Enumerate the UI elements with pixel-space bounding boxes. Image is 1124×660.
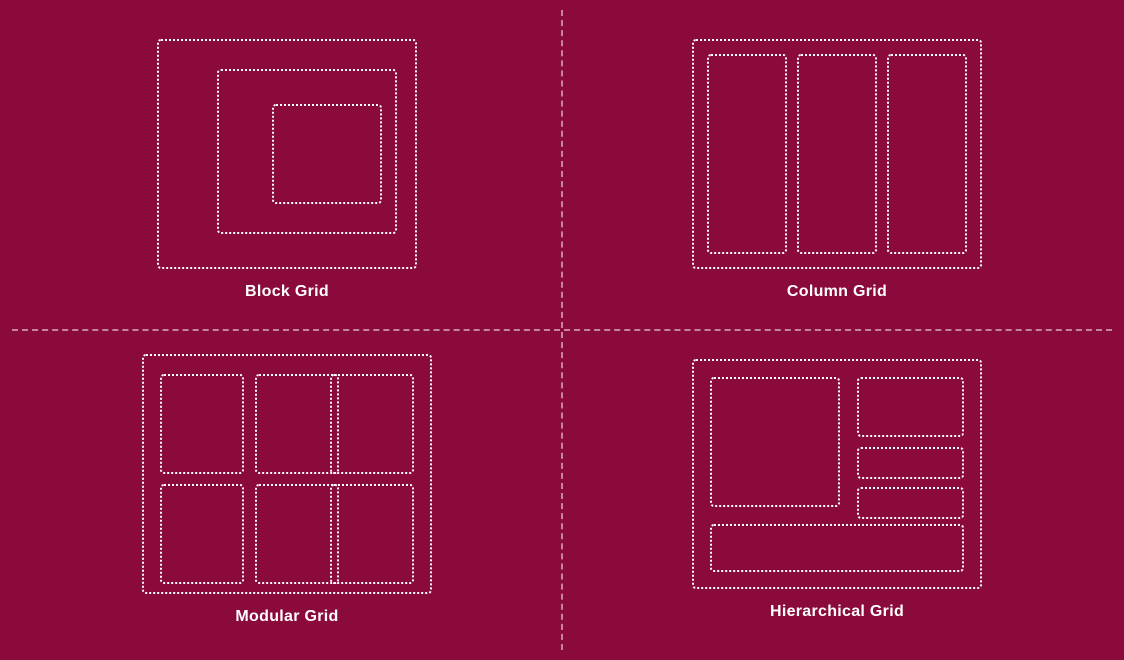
block-grid-quadrant: Block Grid: [12, 10, 562, 330]
column-1-box: [707, 54, 787, 254]
divider-horizontal: [12, 329, 1112, 331]
mod-cell-4: [160, 484, 244, 584]
mod-cell-5: [255, 484, 339, 584]
column-grid-diagram: [692, 39, 982, 269]
column-2-box: [797, 54, 877, 254]
mod-cell-3: [330, 374, 414, 474]
mod-cell-1: [160, 374, 244, 474]
main-container: Block Grid Column Grid Modular Grid: [12, 10, 1112, 650]
mod-cell-2: [255, 374, 339, 474]
modular-grid-label: Modular Grid: [235, 608, 338, 626]
column-3-box: [887, 54, 967, 254]
hier-bottom-full-box: [710, 524, 964, 572]
mod-cell-6: [330, 484, 414, 584]
modular-grid-diagram: [142, 354, 432, 594]
hierarchical-grid-quadrant: Hierarchical Grid: [562, 330, 1112, 650]
hier-top-right-box: [857, 377, 964, 437]
hier-bottom-right-1-box: [857, 447, 964, 479]
block-inner-box: [272, 104, 382, 204]
column-grid-quadrant: Column Grid: [562, 10, 1112, 330]
modular-grid-quadrant: Modular Grid: [12, 330, 562, 650]
hier-bottom-right-2-box: [857, 487, 964, 519]
hierarchical-grid-label: Hierarchical Grid: [770, 603, 904, 621]
block-grid-diagram: [157, 39, 417, 269]
hier-large-box: [710, 377, 840, 507]
hierarchical-grid-diagram: [692, 359, 982, 589]
block-grid-label: Block Grid: [245, 283, 329, 301]
column-grid-label: Column Grid: [787, 283, 887, 301]
